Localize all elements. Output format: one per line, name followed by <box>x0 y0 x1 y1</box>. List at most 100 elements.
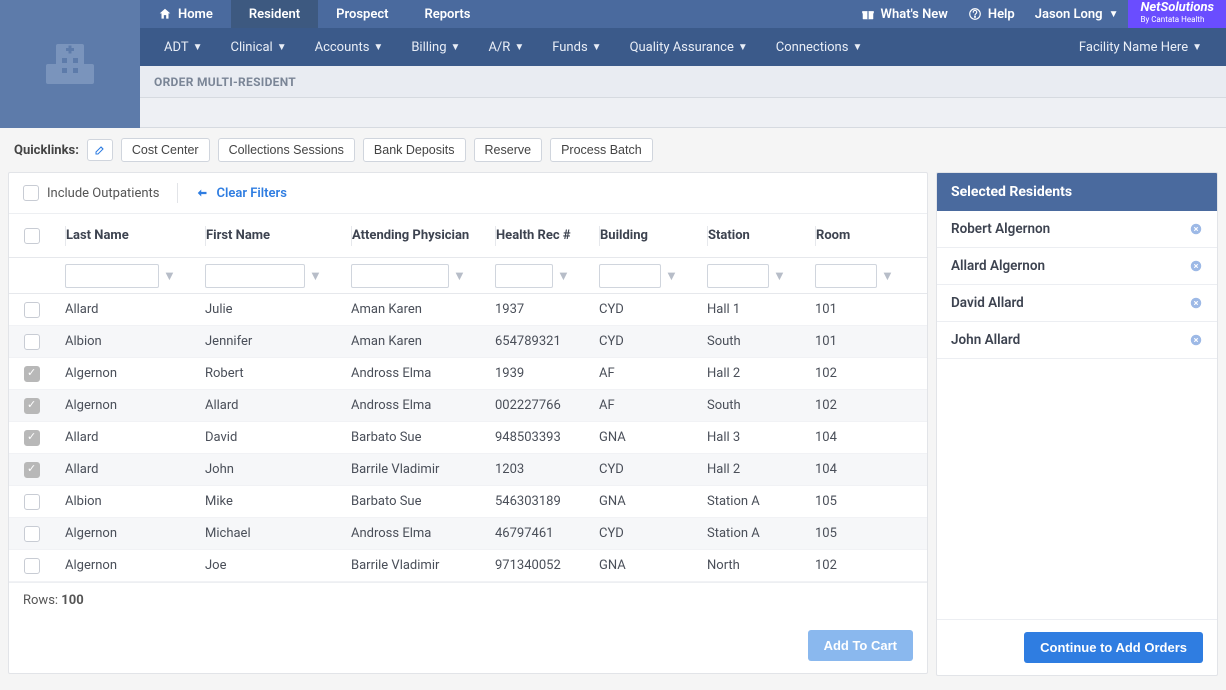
row-checkbox[interactable] <box>24 494 40 510</box>
menu-billing[interactable]: Billing▼ <box>397 28 474 66</box>
quicklink-cost-center[interactable]: Cost Center <box>121 138 210 162</box>
filter-icon[interactable]: ▼ <box>881 268 894 284</box>
menu-accounts[interactable]: Accounts▼ <box>301 28 398 66</box>
quicklink-process-batch[interactable]: Process Batch <box>550 138 653 162</box>
cell-station: South <box>697 326 805 357</box>
quicklink-reserve[interactable]: Reserve <box>474 138 543 162</box>
filter-last-name[interactable] <box>65 264 159 288</box>
remove-selected-button[interactable] <box>1189 333 1203 347</box>
cell-health-rec: 46797461 <box>485 518 589 549</box>
cell-first-name: David <box>195 422 341 453</box>
cell-building: GNA <box>589 550 697 581</box>
menu-clinical[interactable]: Clinical▼ <box>217 28 301 66</box>
menu-funds[interactable]: Funds▼ <box>538 28 615 66</box>
tab-home-label: Home <box>178 7 213 22</box>
cell-building: CYD <box>589 294 697 325</box>
filter-icon[interactable]: ▼ <box>665 268 678 284</box>
cell-first-name: Robert <box>195 358 341 389</box>
table-row[interactable]: AlgernonMichaelAndross Elma46797461CYDSt… <box>9 518 927 550</box>
col-first-name[interactable]: First Name <box>206 228 270 243</box>
filter-first-name[interactable] <box>205 264 305 288</box>
select-all-checkbox[interactable] <box>24 228 40 244</box>
table-row[interactable]: AllardDavidBarbato Sue948503393GNAHall 3… <box>9 422 927 454</box>
filter-icon[interactable]: ▼ <box>163 268 176 284</box>
row-checkbox[interactable] <box>24 366 40 382</box>
cell-last-name: Albion <box>55 326 195 357</box>
menu-connections[interactable]: Connections▼ <box>762 28 877 66</box>
caret-down-icon: ▼ <box>451 42 461 53</box>
col-building[interactable]: Building <box>600 228 648 243</box>
cell-room: 101 <box>805 326 913 357</box>
filter-room[interactable] <box>815 264 877 288</box>
tab-prospect[interactable]: Prospect <box>318 0 406 28</box>
top-tabs: Home Resident Prospect Reports What's Ne… <box>140 0 1226 28</box>
table-row[interactable]: AlbionMikeBarbato Sue546303189GNAStation… <box>9 486 927 518</box>
table-row[interactable]: AlgernonJoeBarrile Vladimir971340052GNAN… <box>9 550 927 582</box>
edit-quicklinks-button[interactable] <box>87 139 113 161</box>
cell-health-rec: 971340052 <box>485 550 589 581</box>
menu-adt[interactable]: ADT▼ <box>150 28 217 66</box>
tab-reports[interactable]: Reports <box>406 0 488 28</box>
table-row[interactable]: AllardJohnBarrile Vladimir1203CYDHall 21… <box>9 454 927 486</box>
cell-last-name: Algernon <box>55 358 195 389</box>
filter-icon[interactable]: ▼ <box>453 268 466 284</box>
cell-physician: Andross Elma <box>341 390 485 421</box>
filter-station[interactable] <box>707 264 769 288</box>
cell-station: North <box>697 550 805 581</box>
cell-station: Hall 2 <box>697 358 805 389</box>
include-outpatients-toggle[interactable]: Include Outpatients <box>23 185 159 201</box>
facility-selector[interactable]: Facility Name Here▼ <box>1065 28 1216 66</box>
filter-icon[interactable]: ▼ <box>557 268 570 284</box>
table-row[interactable]: AlgernonAllardAndross Elma002227766AFSou… <box>9 390 927 422</box>
row-checkbox[interactable] <box>24 334 40 350</box>
quicklink-bank-deposits[interactable]: Bank Deposits <box>363 138 466 162</box>
row-checkbox[interactable] <box>24 526 40 542</box>
remove-selected-button[interactable] <box>1189 222 1203 236</box>
menu-ar[interactable]: A/R▼ <box>474 28 538 66</box>
quicklink-collections[interactable]: Collections Sessions <box>218 138 355 162</box>
include-outpatients-checkbox[interactable] <box>23 185 39 201</box>
add-to-cart-button[interactable]: Add To Cart <box>808 630 913 661</box>
filter-icon[interactable]: ▼ <box>773 268 786 284</box>
continue-button[interactable]: Continue to Add Orders <box>1024 632 1203 663</box>
selected-resident-name: Allard Algernon <box>951 258 1045 274</box>
cell-first-name: Michael <box>195 518 341 549</box>
clear-filters-button[interactable]: Clear Filters <box>196 186 286 201</box>
tab-resident[interactable]: Resident <box>231 0 318 28</box>
filter-physician[interactable] <box>351 264 449 288</box>
menu-qa[interactable]: Quality Assurance▼ <box>616 28 762 66</box>
col-last-name[interactable]: Last Name <box>66 228 129 243</box>
cell-last-name: Algernon <box>55 518 195 549</box>
remove-selected-button[interactable] <box>1189 296 1203 310</box>
row-checkbox[interactable] <box>24 462 40 478</box>
tab-home[interactable]: Home <box>140 0 231 28</box>
filter-health-rec[interactable] <box>495 264 553 288</box>
filter-building[interactable] <box>599 264 661 288</box>
tab-resident-label: Resident <box>249 7 300 22</box>
whats-new-link[interactable]: What's New <box>851 0 958 28</box>
brand-byline: By Cantata Health <box>1140 14 1214 26</box>
caret-down-icon: ▼ <box>1109 9 1119 20</box>
filter-icon[interactable]: ▼ <box>309 268 322 284</box>
help-label: Help <box>988 7 1015 22</box>
page-title-bar: ORDER MULTI-RESIDENT <box>140 66 1226 98</box>
table-row[interactable]: AlgernonRobertAndross Elma1939AFHall 210… <box>9 358 927 390</box>
help-link[interactable]: Help <box>958 0 1025 28</box>
quicklinks-bar: Quicklinks: Cost Center Collections Sess… <box>0 128 1226 172</box>
row-checkbox[interactable] <box>24 398 40 414</box>
cell-building: CYD <box>589 518 697 549</box>
table-row[interactable]: AlbionJenniferAman Karen654789321CYDSout… <box>9 326 927 358</box>
col-station[interactable]: Station <box>708 228 750 243</box>
row-checkbox[interactable] <box>24 558 40 574</box>
user-menu[interactable]: Jason Long ▼ <box>1025 0 1129 28</box>
col-room[interactable]: Room <box>816 228 850 243</box>
caret-down-icon: ▼ <box>592 42 602 53</box>
row-checkbox[interactable] <box>24 302 40 318</box>
col-health-rec[interactable]: Health Rec # <box>496 228 571 243</box>
table-row[interactable]: AllardJulieAman Karen1937CYDHall 1101 <box>9 294 927 326</box>
remove-selected-button[interactable] <box>1189 259 1203 273</box>
col-physician[interactable]: Attending Physician <box>352 228 469 243</box>
tab-reports-label: Reports <box>424 7 470 22</box>
cell-health-rec: 948503393 <box>485 422 589 453</box>
row-checkbox[interactable] <box>24 430 40 446</box>
